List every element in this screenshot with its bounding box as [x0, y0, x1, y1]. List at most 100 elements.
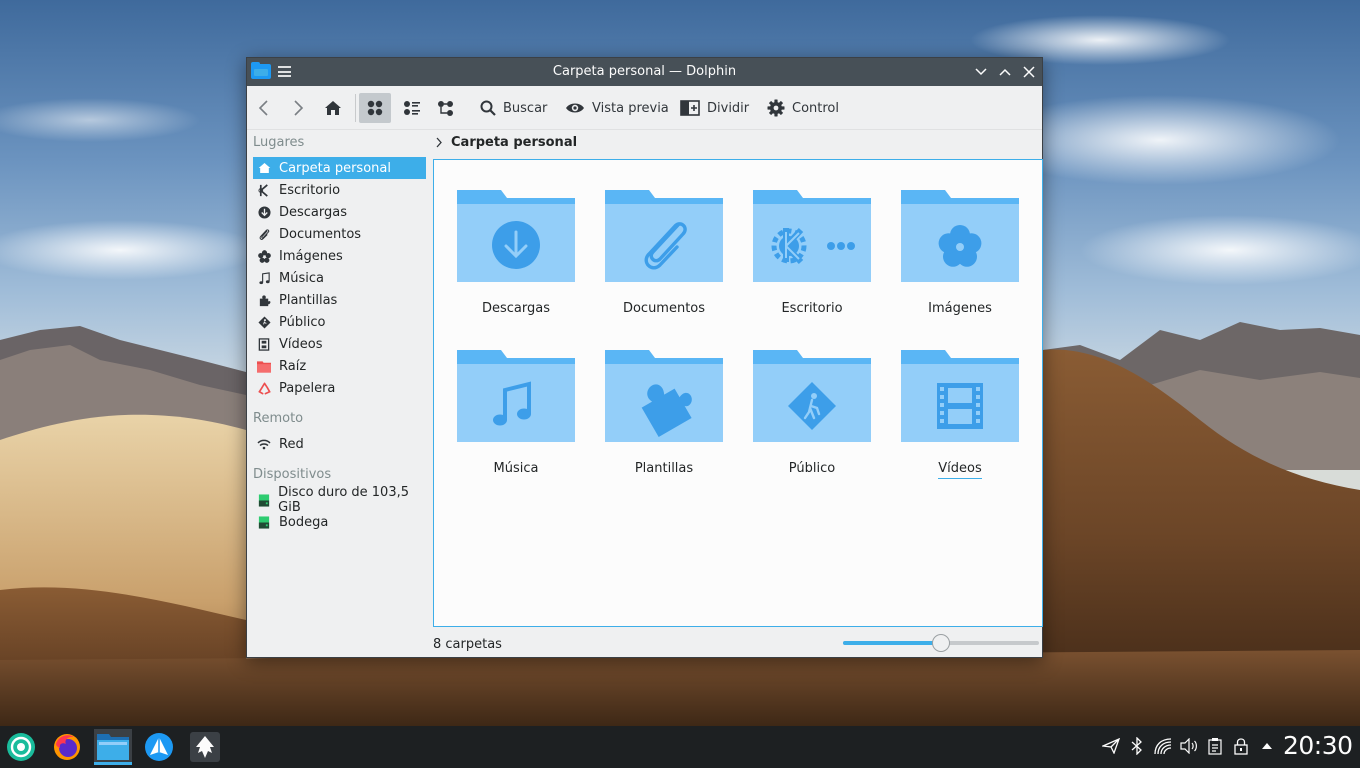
- expand-tray-button[interactable]: [1257, 736, 1277, 756]
- sidebar-item-root[interactable]: Raíz: [253, 355, 426, 377]
- status-bar: 8 carpetas: [433, 633, 1043, 655]
- sidebar-item-bodega[interactable]: Bodega: [253, 511, 426, 533]
- bluetooth-tray-button[interactable]: [1127, 736, 1147, 756]
- folder-item[interactable]: Escritorio: [753, 163, 871, 316]
- discover-task[interactable]: [140, 729, 178, 765]
- search-label: Buscar: [503, 100, 548, 116]
- forward-button[interactable]: [291, 93, 311, 123]
- folder-item[interactable]: Música: [457, 323, 575, 476]
- toolbar-separator: [355, 94, 356, 122]
- control-button[interactable]: Control: [767, 93, 839, 123]
- home-icon: [325, 101, 341, 115]
- minimize-button[interactable]: [972, 63, 990, 81]
- wifi-icon: [1154, 738, 1172, 755]
- sidebar-item-templates[interactable]: Plantillas: [253, 289, 426, 311]
- send-icon: [1102, 738, 1120, 754]
- puzzle-folder-icon: [605, 350, 723, 442]
- sidebar-item-documents[interactable]: Documentos: [253, 223, 426, 245]
- folder-item[interactable]: Vídeos: [901, 323, 1019, 479]
- split-button[interactable]: Dividir: [680, 93, 749, 123]
- icons-view-button[interactable]: [359, 93, 391, 123]
- title-bar[interactable]: Carpeta personal — Dolphin: [247, 58, 1042, 86]
- split-view-icon: [680, 100, 700, 116]
- sidebar-item-downloads[interactable]: Descargas: [253, 201, 426, 223]
- lock-icon: [1234, 738, 1248, 755]
- sidebar-item-videos[interactable]: Vídeos: [253, 333, 426, 355]
- chevron-right-icon: [294, 100, 304, 116]
- inkscape-task[interactable]: [186, 729, 224, 765]
- chevron-up-icon: [999, 68, 1011, 76]
- preview-button[interactable]: Vista previa: [565, 93, 669, 123]
- sidebar-item-trash[interactable]: Papelera: [253, 377, 426, 399]
- control-label: Control: [792, 100, 839, 116]
- compact-view-button[interactable]: [399, 93, 423, 123]
- sidebar-item-music[interactable]: Música: [253, 267, 426, 289]
- bluetooth-icon: [1131, 737, 1142, 755]
- folder-name: Documentos: [622, 301, 706, 316]
- sidebar-item-label: Raíz: [279, 358, 307, 374]
- flower-icon: [257, 249, 271, 263]
- sidebar-item-network[interactable]: Red: [253, 433, 426, 455]
- music-folder-icon: [457, 350, 575, 442]
- split-label: Dividir: [707, 100, 750, 116]
- folder-item[interactable]: Descargas: [457, 163, 575, 316]
- wifi-tray-button[interactable]: [1153, 736, 1173, 756]
- clipboard-icon: [1208, 738, 1222, 755]
- expand-tray-icon: [1262, 743, 1272, 749]
- folder-item[interactable]: Documentos: [605, 163, 723, 316]
- sidebar-item-public[interactable]: Público: [253, 311, 426, 333]
- breadcrumb[interactable]: Carpeta personal: [435, 131, 577, 153]
- sidebar-item-label: Imágenes: [279, 248, 343, 264]
- sidebar-item-hard-disk[interactable]: Disco duro de 103,5 GiB: [253, 485, 426, 515]
- details-view-button[interactable]: [433, 93, 457, 123]
- folder-item[interactable]: Público: [753, 323, 871, 476]
- desktop-icon: [257, 183, 268, 197]
- search-button[interactable]: Buscar: [480, 93, 547, 123]
- film-icon: [258, 337, 270, 351]
- firefox-task[interactable]: [48, 729, 86, 765]
- sidebar-item-images[interactable]: Imágenes: [253, 245, 426, 267]
- maximize-button[interactable]: [996, 63, 1014, 81]
- dolphin-task[interactable]: [94, 729, 132, 765]
- folder-item[interactable]: Plantillas: [605, 323, 723, 476]
- toolbar: Buscar Vista previa Dividir Control: [247, 86, 1042, 130]
- folder-item[interactable]: Imágenes: [901, 163, 1019, 316]
- breadcrumb-current[interactable]: Carpeta personal: [451, 135, 577, 150]
- zoom-slider-handle[interactable]: [932, 634, 950, 652]
- search-icon: [480, 100, 496, 116]
- clipboard-tray-button[interactable]: [1205, 736, 1225, 756]
- folder-name: Público: [788, 461, 836, 476]
- volume-tray-button[interactable]: [1179, 736, 1199, 756]
- application-launcher-button[interactable]: [2, 729, 40, 765]
- sidebar-item-label: Vídeos: [279, 336, 323, 352]
- item-count: 8 carpetas: [433, 637, 502, 652]
- sidebar-item-label: Escritorio: [279, 182, 341, 198]
- zoom-slider[interactable]: [843, 634, 1039, 652]
- sidebar-item-home[interactable]: Carpeta personal: [253, 157, 426, 179]
- network-icon: [257, 439, 271, 450]
- grid-view-icon: [367, 100, 383, 116]
- paperclip-folder-icon: [605, 190, 723, 282]
- tree-view-icon: [437, 101, 453, 116]
- folder-name: Imágenes: [928, 301, 992, 316]
- home-button[interactable]: [324, 93, 344, 123]
- download-folder-icon: [457, 190, 575, 282]
- file-view[interactable]: Descargas Documentos Escritorio Imágenes…: [433, 159, 1043, 627]
- send-tray-button[interactable]: [1101, 736, 1121, 756]
- volume-icon: [1180, 738, 1197, 754]
- lock-tray-button[interactable]: [1231, 736, 1251, 756]
- sidebar-item-desktop[interactable]: Escritorio: [253, 179, 426, 201]
- eye-icon: [566, 103, 584, 113]
- red-folder-icon: [257, 360, 271, 373]
- folder-name: Escritorio: [781, 301, 843, 316]
- close-button[interactable]: [1020, 63, 1038, 81]
- sidebar-item-label: Red: [279, 436, 304, 452]
- sidebar-item-label: Plantillas: [279, 292, 338, 308]
- devices-section-title: Dispositivos: [253, 467, 332, 482]
- sidebar-item-label: Documentos: [279, 226, 362, 242]
- zoom-slider-fill: [843, 641, 941, 645]
- sidebar-item-label: Papelera: [279, 380, 336, 396]
- back-button[interactable]: [257, 93, 277, 123]
- taskbar: 20:30: [0, 726, 1360, 768]
- digital-clock[interactable]: 20:30: [1283, 731, 1353, 760]
